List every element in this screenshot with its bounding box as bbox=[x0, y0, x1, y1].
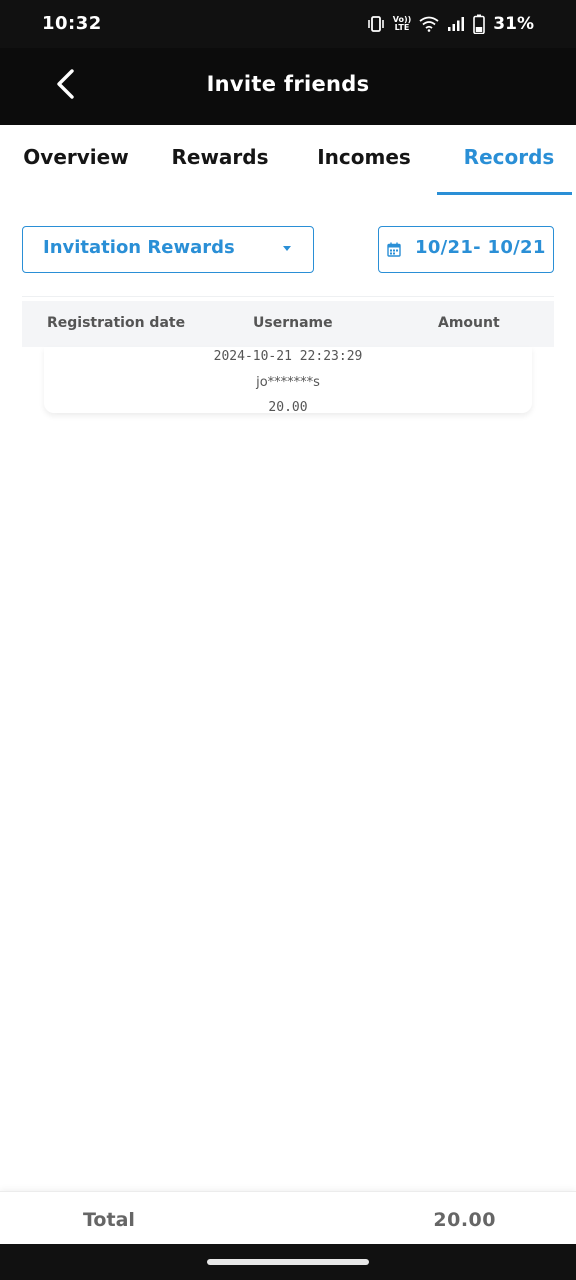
reward-type-selected: Invitation Rewards bbox=[43, 237, 235, 258]
total-footer: Total 20.00 bbox=[0, 1191, 576, 1244]
row-registration-date: 2024-10-21 22:23:29 bbox=[213, 349, 363, 364]
date-range-picker[interactable]: 10/21- 10/21 bbox=[378, 226, 554, 273]
status-icons: Vo)) LTE 31% bbox=[367, 12, 534, 36]
table-header: Registration date Username Amount bbox=[22, 301, 554, 347]
column-header-amount: Amount bbox=[438, 315, 500, 331]
column-header-registration-date: Registration date bbox=[47, 315, 186, 331]
status-bar: 10:32 Vo)) LTE 31% bbox=[0, 0, 576, 48]
caret-down-icon bbox=[283, 246, 291, 251]
reward-type-dropdown[interactable]: Invitation Rewards bbox=[22, 226, 314, 273]
tab-bar: Overview Rewards Incomes Records bbox=[0, 125, 576, 197]
tab-incomes[interactable]: Incomes bbox=[292, 125, 436, 197]
home-indicator[interactable] bbox=[207, 1259, 369, 1265]
tab-overview[interactable]: Overview bbox=[4, 125, 148, 197]
vibrate-icon bbox=[367, 16, 385, 32]
active-tab-indicator bbox=[437, 192, 572, 195]
volte-icon: Vo)) LTE bbox=[393, 16, 412, 32]
page-title: Invite friends bbox=[206, 72, 370, 96]
wifi-icon bbox=[419, 16, 439, 32]
row-amount: 20.00 bbox=[268, 400, 308, 415]
total-value: 20.00 bbox=[433, 1209, 496, 1231]
table-row: 2024-10-21 22:23:29 jo*******s 20.00 bbox=[44, 347, 532, 415]
status-time: 10:32 bbox=[42, 13, 102, 34]
column-header-username: Username bbox=[253, 315, 333, 331]
signal-icon bbox=[447, 16, 465, 32]
system-nav-bar bbox=[0, 1244, 576, 1280]
divider bbox=[22, 296, 554, 297]
row-username: jo*******s bbox=[256, 375, 320, 390]
date-range-label: 10/21- 10/21 bbox=[415, 237, 546, 258]
calendar-icon bbox=[387, 242, 401, 261]
app-header: Invite friends bbox=[0, 48, 576, 125]
battery-percent: 31% bbox=[493, 14, 534, 34]
total-label: Total bbox=[83, 1209, 135, 1231]
volte-bottom-label: LTE bbox=[394, 23, 410, 32]
tab-records[interactable]: Records bbox=[437, 125, 576, 197]
tab-rewards[interactable]: Rewards bbox=[148, 125, 292, 197]
battery-icon bbox=[473, 14, 486, 34]
